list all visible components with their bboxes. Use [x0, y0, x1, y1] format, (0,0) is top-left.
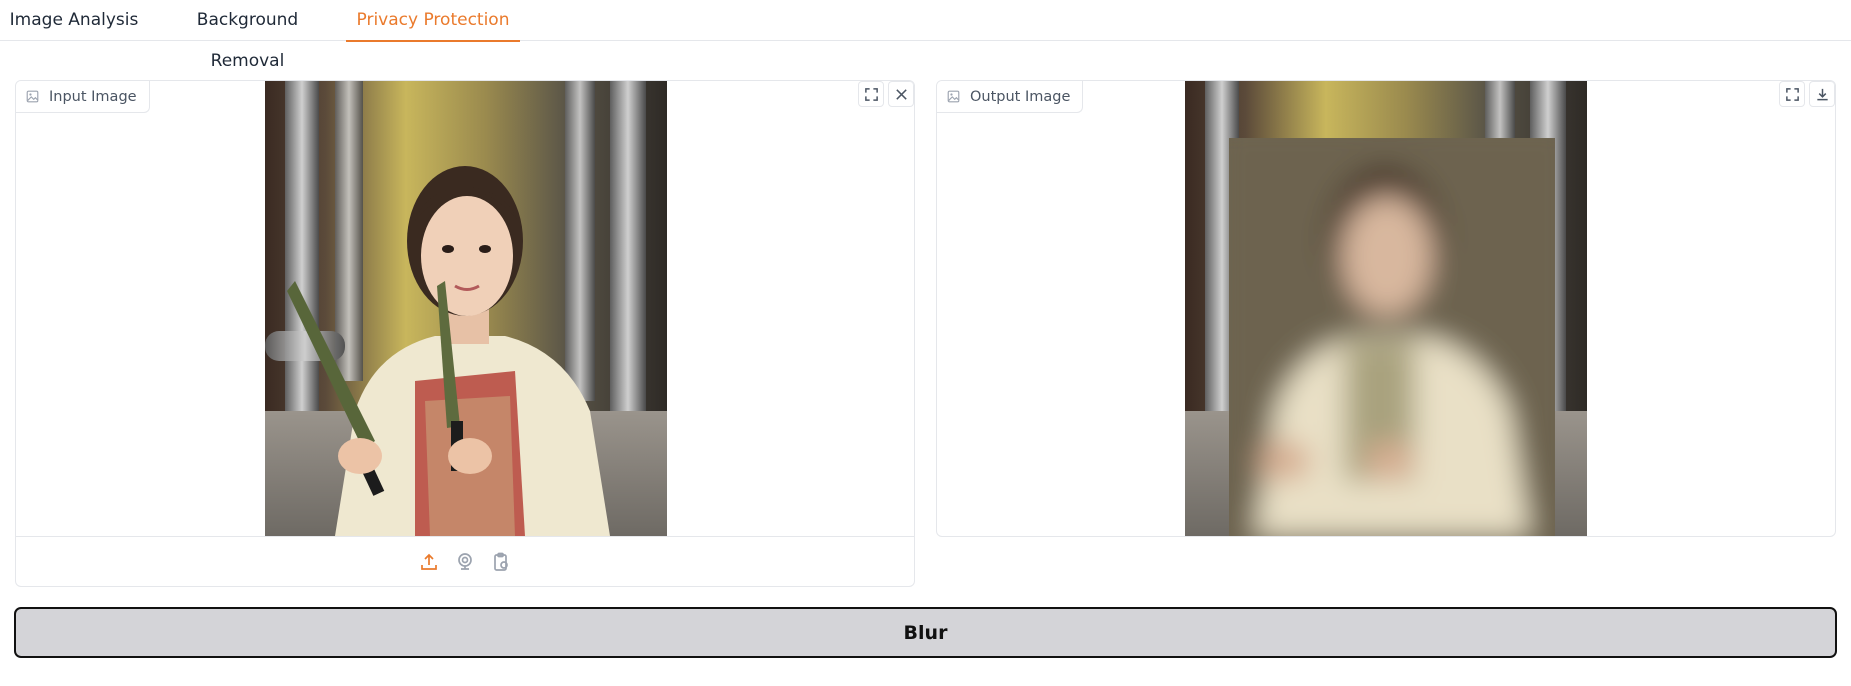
- tab-bar: Image Analysis Background Removal Privac…: [0, 0, 1851, 71]
- upload-button[interactable]: [418, 551, 440, 573]
- output-image: [1185, 81, 1587, 536]
- tab-privacy-protection[interactable]: Privacy Protection: [346, 0, 520, 42]
- image-icon: [26, 90, 39, 103]
- output-photo: [1185, 81, 1587, 536]
- clipboard-icon: [494, 552, 508, 571]
- download-button[interactable]: [1809, 81, 1835, 107]
- tab-background-removal[interactable]: Background Removal: [160, 0, 335, 71]
- close-icon: [895, 88, 907, 100]
- input-image-panel: Input Image: [15, 80, 915, 587]
- webcam-icon: [458, 552, 472, 570]
- clipboard-button[interactable]: [490, 551, 512, 573]
- image-source-bar: [16, 536, 914, 586]
- clear-image-button[interactable]: [888, 81, 914, 107]
- fullscreen-icon: [1785, 87, 1799, 101]
- output-tool-buttons: [1779, 81, 1835, 107]
- tab-image-analysis[interactable]: Image Analysis: [4, 0, 144, 41]
- output-image-label: Output Image: [937, 81, 1084, 113]
- image-icon: [947, 90, 960, 103]
- output-image-label-text: Output Image: [970, 88, 1071, 105]
- webcam-button[interactable]: [454, 551, 476, 573]
- fullscreen-icon: [864, 87, 878, 101]
- output-image-panel: Output Image: [936, 80, 1836, 537]
- input-image-label: Input Image: [16, 81, 150, 113]
- blur-button[interactable]: Blur: [14, 607, 1837, 658]
- upload-icon: [421, 553, 437, 570]
- input-image-label-text: Input Image: [49, 88, 137, 105]
- download-icon: [1816, 88, 1828, 100]
- input-tool-buttons: [858, 81, 914, 107]
- input-photo: [265, 81, 667, 536]
- input-image[interactable]: [265, 81, 667, 536]
- fullscreen-button[interactable]: [1779, 81, 1805, 107]
- fullscreen-button[interactable]: [858, 81, 884, 107]
